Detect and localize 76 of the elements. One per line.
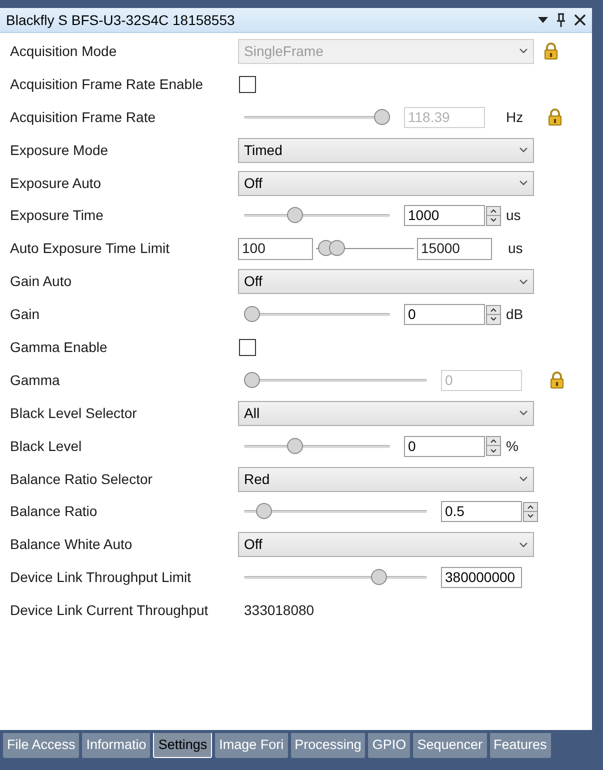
dropdown[interactable]: Timed xyxy=(238,138,534,163)
close-icon[interactable] xyxy=(574,14,586,26)
property-label: Acquisition Frame Rate Enable xyxy=(9,74,204,94)
chevron-down-icon xyxy=(490,448,497,453)
value-field[interactable]: 380000000 xyxy=(441,567,522,588)
slider-thumb[interactable] xyxy=(286,438,303,454)
unit-label: % xyxy=(506,436,520,456)
spin-up-button[interactable] xyxy=(486,304,501,315)
property-label: Exposure Mode xyxy=(9,140,110,160)
property-label: Exposure Auto xyxy=(9,174,102,193)
caret-icon xyxy=(519,476,528,482)
caret-icon xyxy=(519,147,528,154)
lock-icon xyxy=(542,42,560,60)
spin-down-button[interactable] xyxy=(486,314,501,325)
property-label: Device Link Current Throughput xyxy=(9,601,210,620)
max-field[interactable]: 15000 xyxy=(417,238,492,260)
property-label: Gain xyxy=(9,305,41,324)
property-label: Gamma xyxy=(9,370,61,390)
property-label: Balance White Auto xyxy=(9,535,134,554)
spin-up-button[interactable] xyxy=(486,206,501,216)
slider-thumb[interactable] xyxy=(329,240,346,256)
slider-thumb[interactable] xyxy=(286,207,303,224)
unit-label: Hz xyxy=(506,108,524,127)
caret-icon xyxy=(519,542,528,548)
value-field[interactable]: 0 xyxy=(404,304,485,326)
spin-up-button[interactable] xyxy=(486,436,501,446)
property-label: Exposure Time xyxy=(9,206,104,226)
dropdown[interactable]: Off xyxy=(238,532,534,558)
slider-thumb[interactable] xyxy=(370,569,387,586)
min-field[interactable]: 100 xyxy=(238,238,313,260)
value-text: 333018080 xyxy=(244,601,314,620)
chevron-down-icon xyxy=(527,514,534,518)
slider-thumb[interactable] xyxy=(256,503,272,520)
window-title: Blackfly S BFS-U3-32S4C 18158553 xyxy=(6,10,235,30)
chevron-up-icon xyxy=(527,504,534,509)
spin-down-button[interactable] xyxy=(486,446,501,456)
property-label: Gamma Enable xyxy=(9,338,108,357)
property-label: Device Link Throughput Limit xyxy=(9,568,192,588)
value-field[interactable]: 1000 xyxy=(404,205,485,226)
caret-icon xyxy=(519,48,528,54)
chevron-down-icon xyxy=(490,218,497,222)
pin-icon[interactable] xyxy=(556,13,566,27)
caret-icon xyxy=(519,410,528,416)
dropdown-icon[interactable] xyxy=(538,17,548,23)
property-label: Black Level Selector xyxy=(9,404,138,423)
lock-icon xyxy=(548,371,566,390)
property-label: Black Level xyxy=(9,436,83,456)
dropdown[interactable]: Off xyxy=(238,170,534,196)
unit-label: us xyxy=(508,239,523,258)
property-label: Balance Ratio xyxy=(9,502,98,522)
property-label: Auto Exposure Time Limit xyxy=(9,239,171,258)
chevron-up-icon xyxy=(490,308,497,312)
checkbox[interactable] xyxy=(239,338,256,356)
unit-label: us xyxy=(506,206,522,226)
property-label: Gain Auto xyxy=(9,272,72,292)
slider-thumb[interactable] xyxy=(244,306,260,322)
dropdown[interactable]: Red xyxy=(238,466,534,492)
property-label: Acquisition Mode xyxy=(9,42,118,61)
lock-icon xyxy=(546,108,564,126)
value-field[interactable]: 0.5 xyxy=(441,501,522,522)
chevron-up-icon xyxy=(490,439,497,444)
chevron-down-icon xyxy=(490,317,497,322)
unit-label: dB xyxy=(506,305,524,324)
spin-down-button[interactable] xyxy=(523,512,538,522)
spin-up-button[interactable] xyxy=(523,502,538,512)
spin-down-button[interactable] xyxy=(486,216,501,226)
property-label: Acquisition Frame Rate xyxy=(9,108,157,127)
tab[interactable]: Settings xyxy=(153,733,212,758)
property-label: Balance Ratio Selector xyxy=(9,470,154,489)
checkbox[interactable] xyxy=(239,76,256,93)
caret-icon xyxy=(519,180,528,186)
value-field[interactable]: 0 xyxy=(404,436,485,457)
chevron-up-icon xyxy=(490,208,497,213)
dropdown[interactable]: All xyxy=(238,400,534,426)
dropdown[interactable]: Off xyxy=(238,269,534,294)
caret-icon xyxy=(519,278,528,285)
